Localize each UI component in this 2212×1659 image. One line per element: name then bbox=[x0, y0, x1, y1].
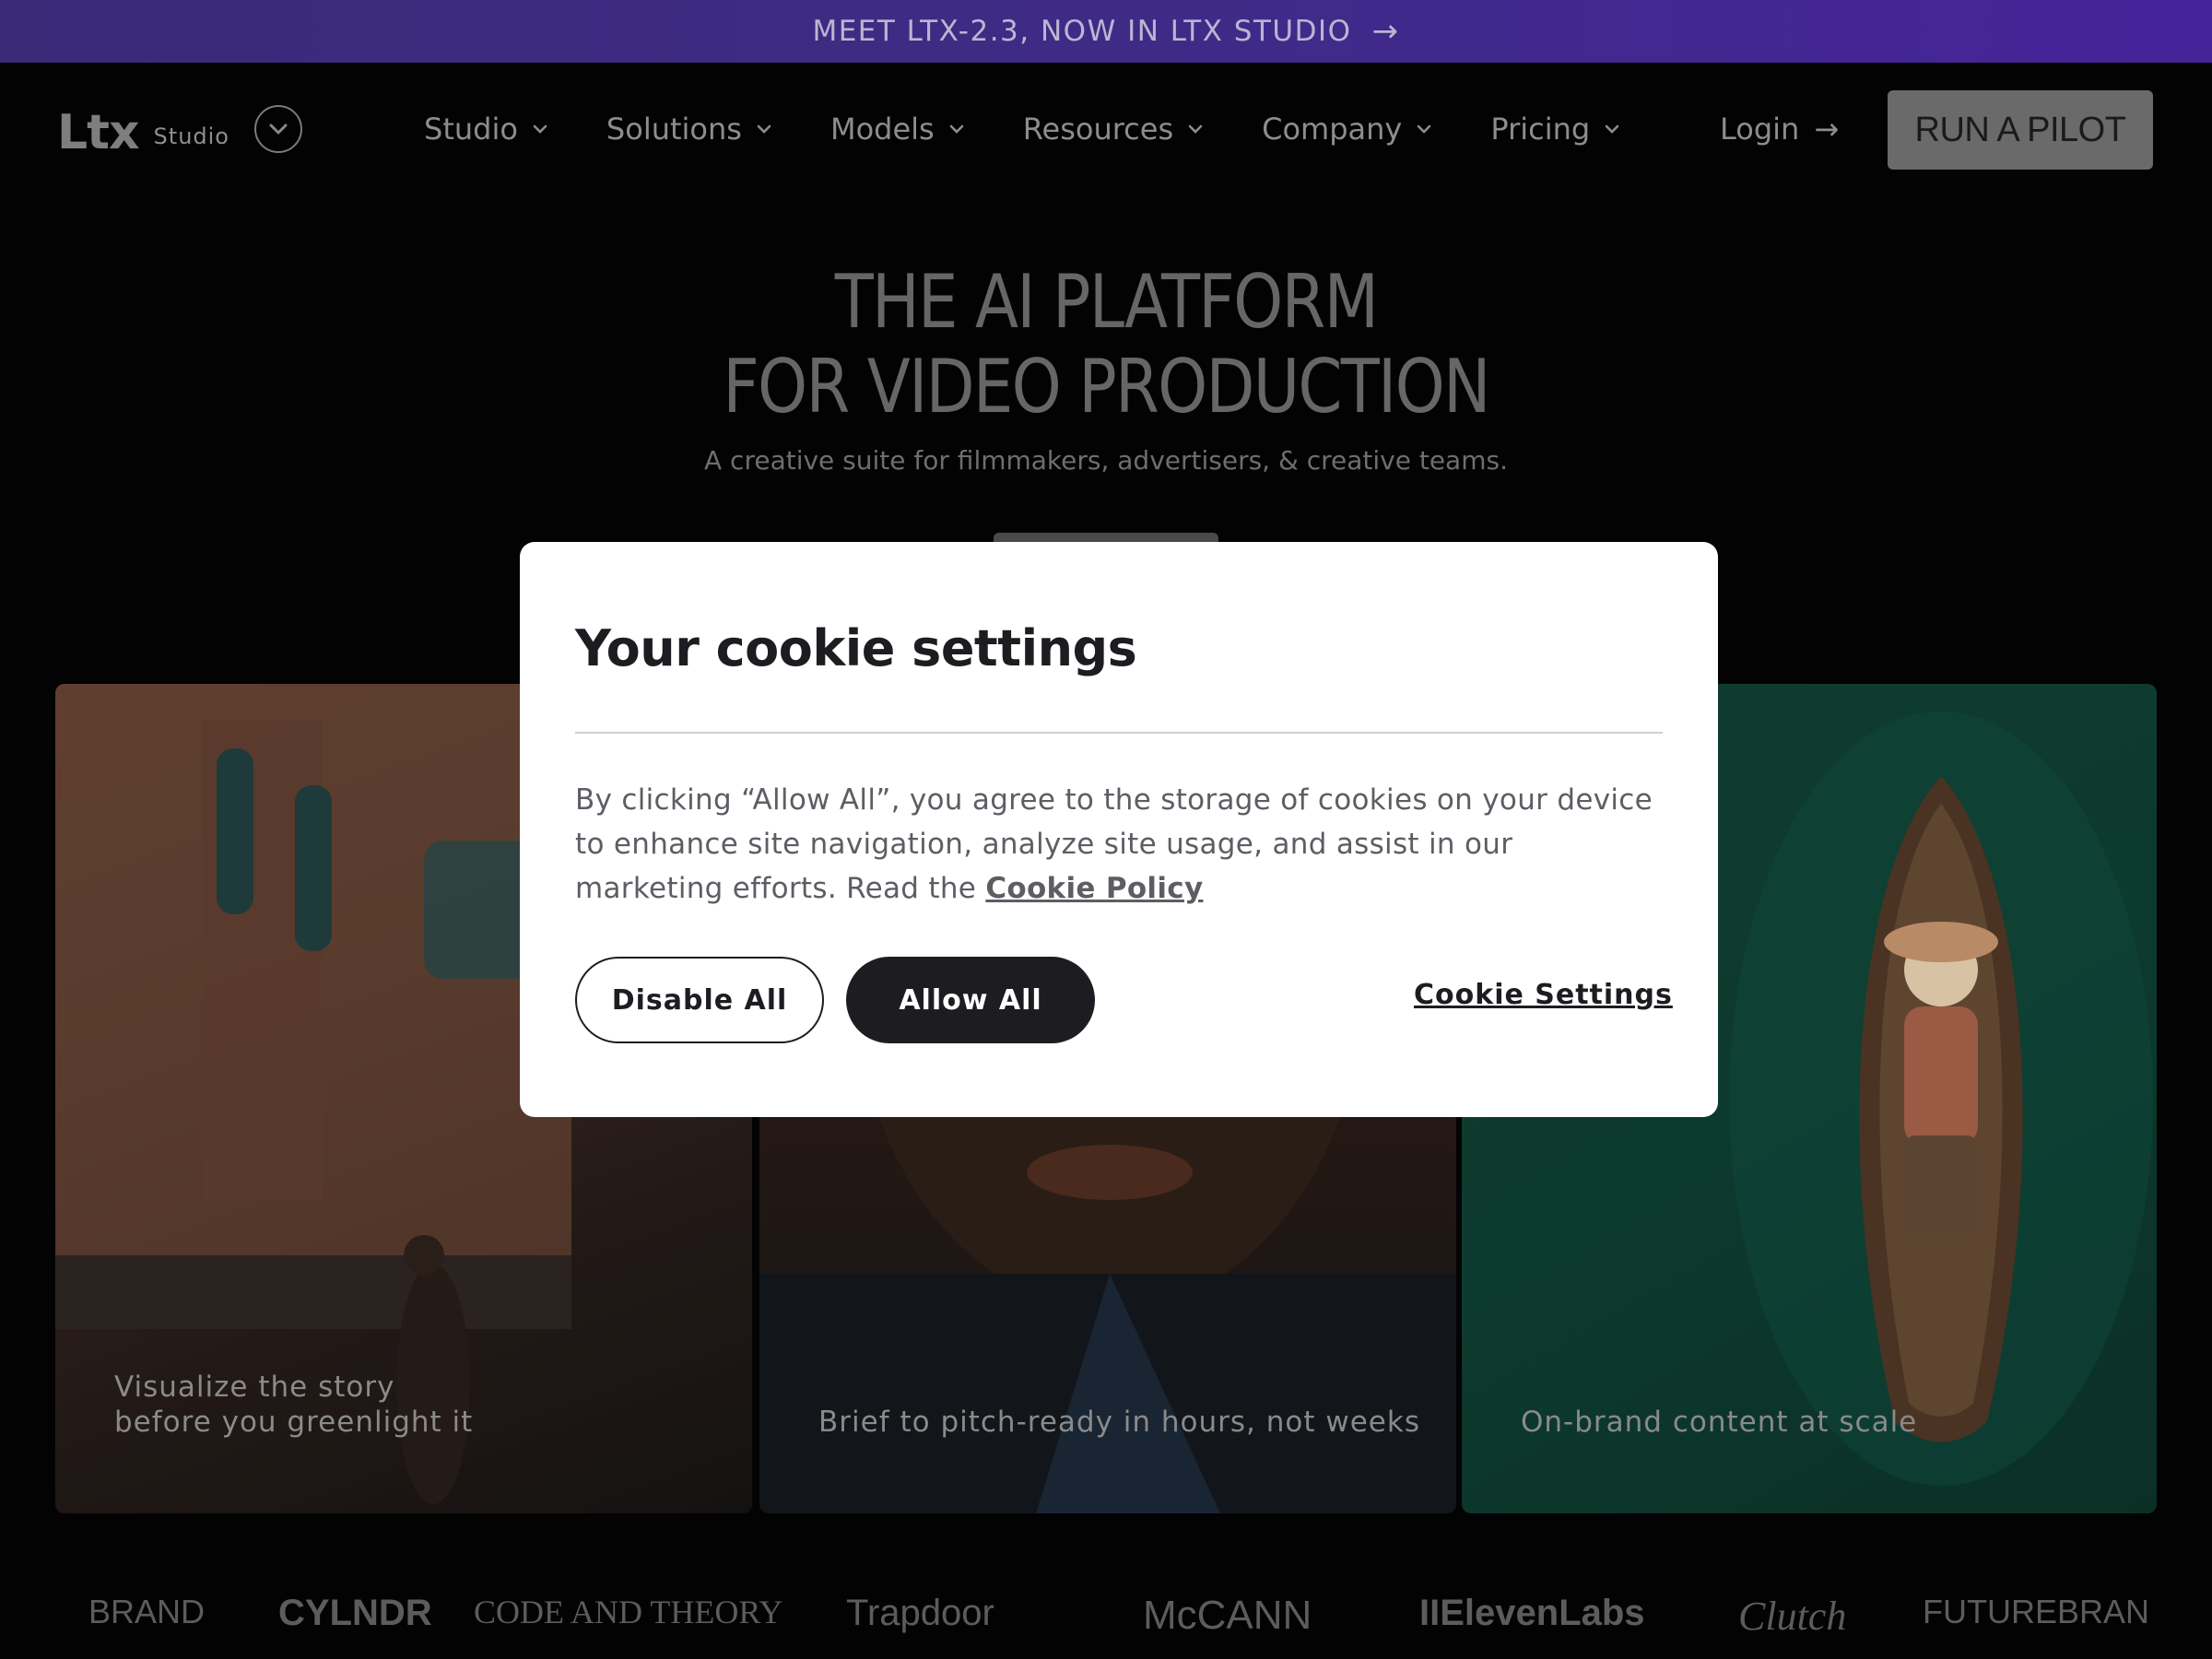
nav-item-pricing[interactable]: Pricing bbox=[1490, 111, 1621, 147]
hero-title-line-1: THE AI PLATFORM bbox=[834, 259, 1379, 345]
arrow-right-icon: → bbox=[1371, 13, 1400, 50]
cylndr-logo: CYLNDR bbox=[278, 1593, 432, 1633]
hero-title: THE AI PLATFORM FOR VIDEO PRODUCTION bbox=[155, 260, 2057, 429]
product-switcher-button[interactable] bbox=[254, 105, 302, 153]
login-label: Login bbox=[1720, 112, 1800, 147]
card-caption: Brief to pitch-ready in hours, not weeks bbox=[818, 1406, 1420, 1439]
allow-all-button[interactable]: Allow All bbox=[846, 957, 1095, 1043]
cookie-dialog-body: By clicking “Allow All”, you agree to th… bbox=[575, 778, 1663, 911]
brand-logo: BRAND bbox=[88, 1593, 206, 1630]
site-header: Ltx Studio Studio Solutions Models Resou… bbox=[0, 63, 2212, 195]
mccann-logo: McCANN bbox=[1143, 1593, 1312, 1638]
nav-label: Pricing bbox=[1490, 112, 1591, 147]
banner-text: MEET LTX-2.3, NOW IN LTX STUDIO bbox=[812, 15, 1352, 48]
main-nav: Studio Solutions Models Resources Compan… bbox=[424, 111, 1678, 147]
nav-item-resources[interactable]: Resources bbox=[1023, 111, 1205, 147]
logo-sub: Studio bbox=[153, 124, 229, 149]
chevron-down-icon bbox=[1418, 124, 1431, 134]
hero-subtitle: A creative suite for filmmakers, adverti… bbox=[704, 445, 1508, 476]
chevron-down-icon bbox=[269, 124, 288, 135]
elevenlabs-logo: IIElevenLabs bbox=[1419, 1593, 1645, 1633]
hero-title-line-2: FOR VIDEO PRODUCTION bbox=[723, 344, 1490, 429]
logo[interactable]: Ltx Studio bbox=[57, 105, 229, 160]
nav-item-company[interactable]: Company bbox=[1262, 111, 1433, 147]
chevron-down-icon bbox=[1188, 124, 1203, 134]
trapdoor-logo: Trapdoor bbox=[846, 1593, 994, 1633]
nav-label: Models bbox=[830, 112, 935, 147]
card-caption: Visualize the story before you greenligh… bbox=[114, 1371, 474, 1439]
nav-label: Solutions bbox=[606, 112, 742, 147]
cookie-dialog: Your cookie settings By clicking “Allow … bbox=[520, 542, 1718, 1117]
futurebrand-logo: FUTUREBRAN bbox=[1923, 1593, 2150, 1630]
nav-label: Company bbox=[1262, 112, 1403, 147]
cookie-settings-link[interactable]: Cookie Settings bbox=[1414, 979, 1673, 1011]
arrow-right-icon: → bbox=[1814, 112, 1840, 147]
code-and-theory-logo: CODE AND THEORY bbox=[474, 1594, 783, 1630]
divider bbox=[575, 732, 1663, 734]
clutch-logo: Clutch bbox=[1738, 1594, 1847, 1639]
chevron-down-icon bbox=[533, 124, 547, 134]
cookie-dialog-title: Your cookie settings bbox=[575, 619, 1137, 677]
chevron-down-icon bbox=[949, 124, 964, 134]
announcement-banner[interactable]: MEET LTX-2.3, NOW IN LTX STUDIO → bbox=[0, 0, 2212, 63]
chevron-down-icon bbox=[1605, 124, 1619, 134]
login-link[interactable]: Login → bbox=[1720, 111, 1839, 147]
run-a-pilot-button[interactable]: RUN A PILOT bbox=[1888, 90, 2153, 170]
cookie-policy-link[interactable]: Cookie Policy bbox=[985, 872, 1203, 905]
chevron-down-icon bbox=[757, 124, 771, 134]
client-logos: BRAND CYLNDR CODE AND THEORY Trapdoor Mc… bbox=[0, 1585, 2212, 1650]
disable-all-button[interactable]: Disable All bbox=[575, 957, 824, 1043]
card-caption: On-brand content at scale bbox=[1521, 1406, 1918, 1439]
logo-mark: Ltx bbox=[57, 105, 140, 160]
nav-label: Resources bbox=[1022, 112, 1174, 147]
nav-item-models[interactable]: Models bbox=[830, 111, 966, 147]
nav-item-solutions[interactable]: Solutions bbox=[606, 111, 773, 147]
nav-label: Studio bbox=[424, 112, 518, 147]
nav-item-studio[interactable]: Studio bbox=[424, 111, 549, 147]
